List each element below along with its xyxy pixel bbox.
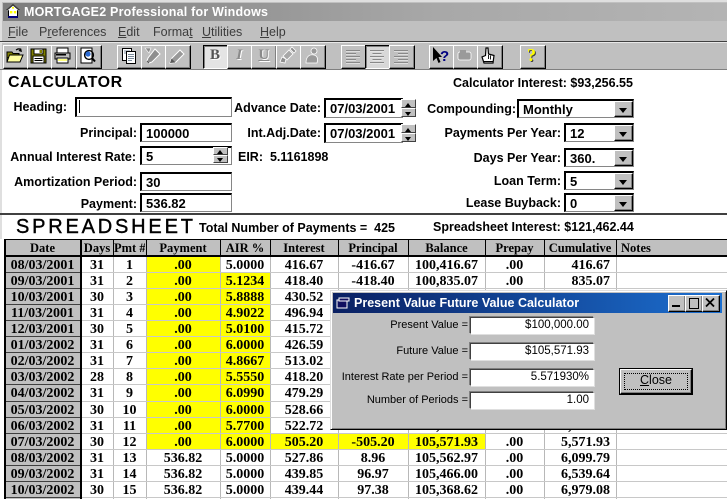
svg-text:?: ? bbox=[440, 48, 449, 65]
